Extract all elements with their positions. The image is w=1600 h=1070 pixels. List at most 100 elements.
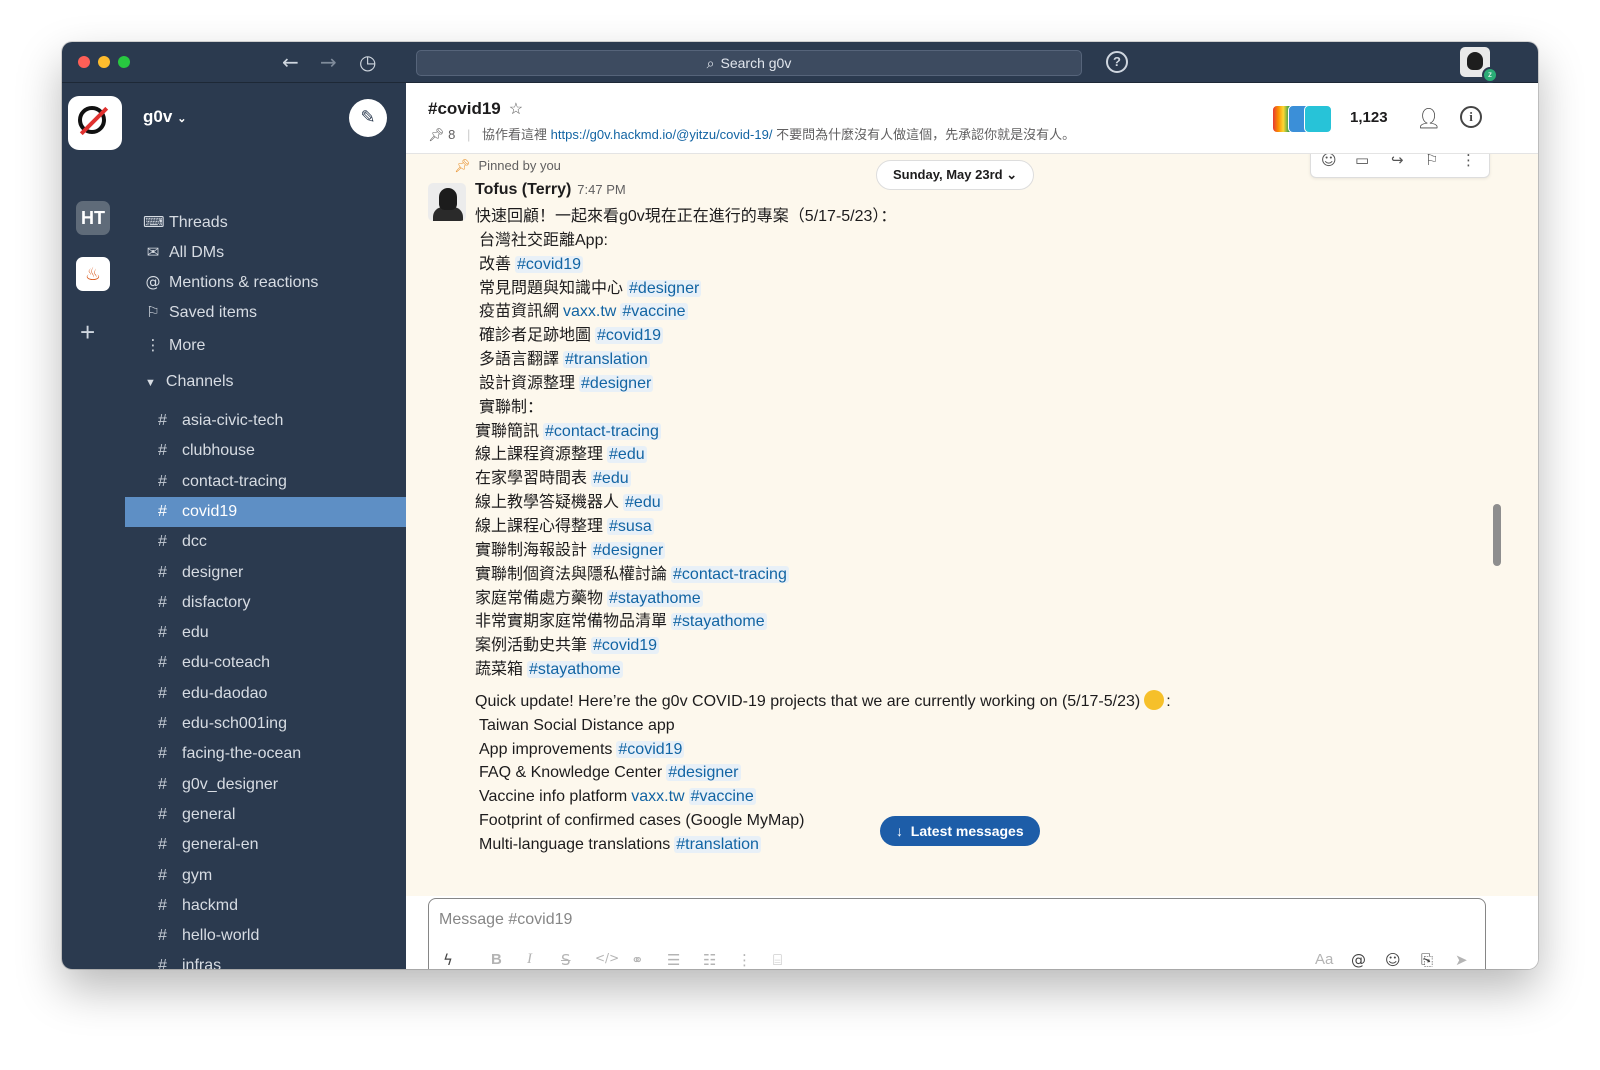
channel-mention[interactable]: #vaccine (620, 303, 688, 321)
nav-threads[interactable]: ⌨ Threads (143, 208, 228, 236)
emoji-icon[interactable]: ☺ (1385, 951, 1401, 969)
info-icon[interactable]: i (1460, 106, 1482, 128)
sidebar-item-hackmd[interactable]: # hackmd (125, 891, 406, 921)
link-icon[interactable]: ⚭ (631, 951, 644, 969)
workspace-flame-icon[interactable]: ♨ (76, 257, 110, 291)
save-bookmark-icon[interactable]: ⚐ (1425, 154, 1438, 169)
channels-section-header[interactable]: ▼ Channels (145, 373, 234, 391)
mention-icon[interactable]: @ (1351, 951, 1366, 969)
channel-mention[interactable]: #contact-tracing (671, 565, 789, 583)
history-clock-icon[interactable]: ◷ (359, 50, 376, 74)
date-divider-button[interactable]: Sunday, May 23rd ⌄ (876, 160, 1035, 190)
message-link[interactable]: vaxx.tw (563, 303, 616, 320)
message-text: Taiwan Social Distance app (479, 716, 675, 734)
nav-mentions[interactable]: @ Mentions & reactions (143, 268, 319, 296)
channel-mention[interactable]: #contact-tracing (543, 422, 661, 440)
channel-mention[interactable]: #edu (591, 470, 631, 488)
channel-mention[interactable]: #stayathome (671, 613, 767, 631)
sidebar-item-covid19[interactable]: # covid19 (125, 496, 406, 527)
channel-mention[interactable]: #covid19 (616, 740, 685, 758)
sidebar-item-dcc[interactable]: # dcc (125, 527, 406, 557)
channel-mention[interactable]: #covid19 (591, 637, 660, 655)
pin-icon[interactable]: 📌︎ (428, 127, 445, 142)
sidebar-item-contact-tracing[interactable]: # contact-tracing (125, 467, 406, 497)
bullet-list-icon[interactable]: ☷ (703, 951, 716, 969)
help-icon[interactable]: ? (1106, 51, 1128, 73)
channel-mention[interactable]: #designer (627, 279, 702, 297)
sidebar-item-edu-sch001ing[interactable]: # edu-sch001ing (125, 709, 406, 739)
share-icon[interactable]: ↪ (1391, 154, 1404, 169)
add-workspace-icon[interactable]: + (80, 319, 95, 345)
strikethrough-icon[interactable]: S (561, 951, 571, 969)
sidebar-item-general[interactable]: # general (125, 800, 406, 830)
bold-icon[interactable]: B (491, 951, 502, 968)
channel-mention[interactable]: #edu (607, 446, 647, 464)
topic-link[interactable]: https://g0v.hackmd.io/@yitzu/covid-19/ (551, 127, 773, 142)
reply-thread-icon[interactable]: ▭ (1355, 154, 1369, 169)
sidebar-item-designer[interactable]: # designer (125, 558, 406, 588)
star-icon[interactable]: ☆ (509, 101, 523, 118)
sidebar-item-asia-civic-tech[interactable]: # asia-civic-tech (125, 406, 406, 436)
italic-icon[interactable]: I (527, 951, 532, 968)
latest-messages-button[interactable]: ↓ Latest messages (880, 816, 1040, 846)
sidebar-item-clubhouse[interactable]: # clubhouse (125, 436, 406, 466)
add-reaction-icon[interactable]: ☺ (1321, 154, 1337, 169)
message-link[interactable]: vaxx.tw (631, 788, 684, 805)
sidebar-item-facing-the-ocean[interactable]: # facing-the-ocean (125, 739, 406, 769)
channel-mention[interactable]: #stayathome (607, 589, 703, 607)
code-icon[interactable]: </> (595, 951, 619, 965)
channel-mention[interactable]: #designer (666, 764, 741, 782)
sidebar-item-infras[interactable]: # infras (125, 951, 406, 969)
channel-mention[interactable]: #vaccine (688, 788, 756, 806)
compose-button[interactable]: ✎ (349, 99, 387, 137)
message-timestamp[interactable]: 7:47 PM (577, 182, 625, 197)
sidebar-item-edu-coteach[interactable]: # edu-coteach (125, 648, 406, 678)
channel-mention[interactable]: #translation (563, 351, 650, 369)
add-people-icon[interactable]: 👤︎ (1416, 106, 1441, 130)
channel-mention[interactable]: #susa (607, 517, 654, 535)
search-bar[interactable]: ⌕ Search g0v (416, 50, 1082, 76)
channel-mention[interactable]: #designer (591, 541, 666, 559)
sidebar-item-general-en[interactable]: # general-en (125, 830, 406, 860)
forward-arrow-icon[interactable]: → (320, 50, 337, 74)
formatting-toggle[interactable]: Aa (1315, 951, 1333, 968)
channel-mention[interactable]: #stayathome (527, 661, 623, 679)
channel-mention[interactable]: #covid19 (595, 327, 664, 345)
workspace-menu[interactable]: g0v ⌄ (143, 107, 187, 127)
more-actions-icon[interactable]: ⋮ (1461, 154, 1476, 169)
member-avatars[interactable] (1272, 105, 1332, 133)
workspace-g0v-icon[interactable] (70, 98, 120, 148)
channel-mention[interactable]: #edu (623, 494, 663, 512)
sidebar-item-hello-world[interactable]: # hello-world (125, 921, 406, 951)
nav-saved[interactable]: ⚐ Saved items (143, 298, 257, 326)
channel-mention[interactable]: #translation (674, 835, 761, 853)
sidebar-item-edu-daodao[interactable]: # edu-daodao (125, 679, 406, 709)
shortcuts-lightning-icon[interactable]: ϟ (443, 951, 453, 969)
channel-mention[interactable]: #designer (579, 374, 654, 392)
nav-more[interactable]: ⋮ More (143, 331, 206, 359)
nav-all-dms[interactable]: ✉ All DMs (143, 238, 224, 266)
pin-count[interactable]: 8 (448, 127, 455, 142)
attach-icon[interactable]: ⎘ (1421, 951, 1433, 969)
back-arrow-icon[interactable]: ← (282, 50, 299, 74)
sidebar-item-edu[interactable]: # edu (125, 618, 406, 648)
member-count[interactable]: 1,123 (1350, 109, 1388, 126)
sidebar-item-disfactory[interactable]: # disfactory (125, 588, 406, 618)
ordered-list-icon[interactable]: ☰ (667, 951, 680, 969)
zoom-window-button[interactable] (118, 56, 130, 68)
author-avatar[interactable] (428, 183, 466, 221)
close-window-button[interactable] (78, 56, 90, 68)
send-icon[interactable]: ➤ (1455, 951, 1468, 969)
message-composer[interactable]: Message #covid19 ϟ B I S </> ⚭ ☰ ☷ ⋮ ⌸ A… (428, 898, 1486, 969)
blockquote-icon[interactable]: ⋮ (737, 951, 752, 969)
code-block-icon[interactable]: ⌸ (773, 951, 782, 969)
sidebar-item-gym[interactable]: # gym (125, 861, 406, 891)
channel-title-button[interactable]: #covid19 ☆ (428, 99, 523, 119)
minimize-window-button[interactable] (98, 56, 110, 68)
message-input[interactable]: Message #covid19 (439, 911, 572, 929)
workspace-ht-icon[interactable]: HT (76, 201, 110, 235)
sidebar-item-g0v_designer[interactable]: # g0v_designer (125, 770, 406, 800)
channel-mention[interactable]: #covid19 (515, 255, 584, 273)
author-name[interactable]: Tofus (Terry) (475, 181, 571, 198)
scrollbar-thumb[interactable] (1493, 504, 1501, 566)
